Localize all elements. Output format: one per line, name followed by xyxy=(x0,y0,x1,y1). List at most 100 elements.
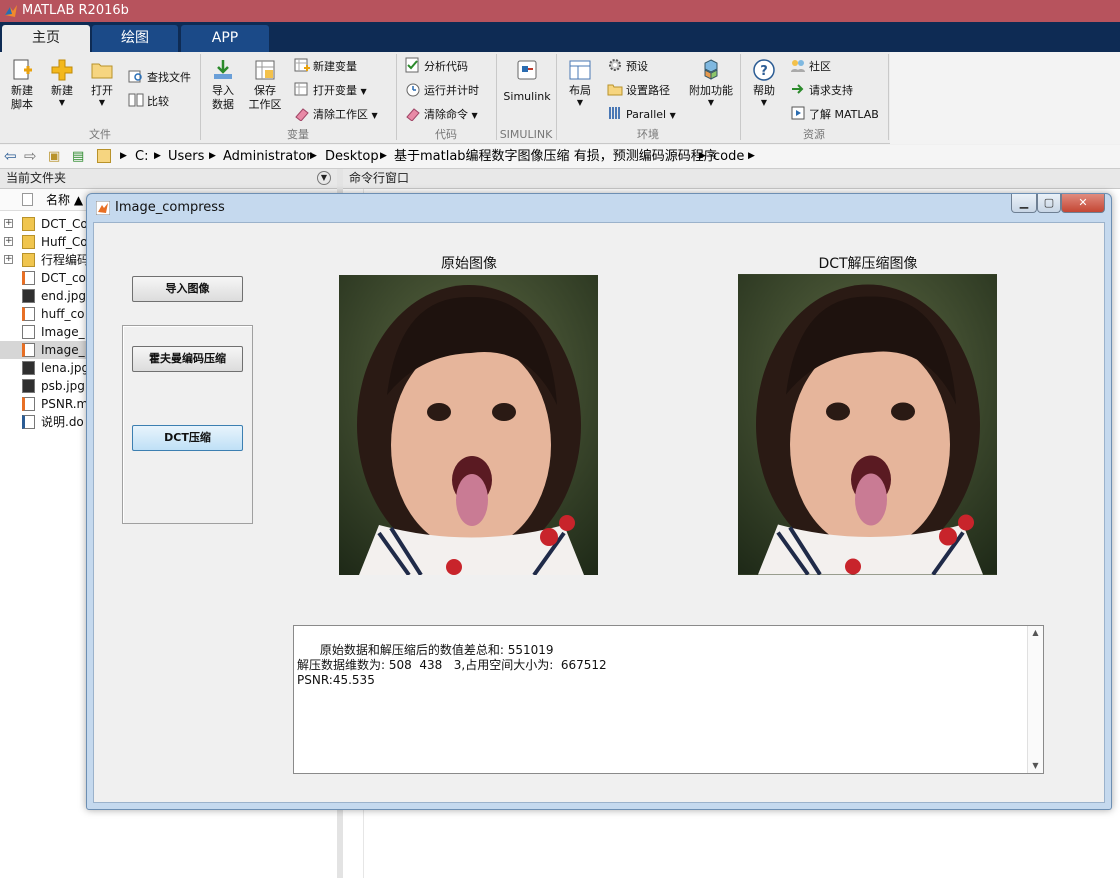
open-variable-button[interactable]: 打开变量 ▼ xyxy=(294,81,367,101)
scroll-down-icon[interactable]: ▼ xyxy=(1028,759,1043,773)
help-button[interactable]: ? 帮助 ▼ xyxy=(746,58,782,108)
file-name: PSNR.m xyxy=(41,397,89,411)
import-data-button[interactable]: 导入 数据 xyxy=(204,58,242,112)
import-image-button[interactable]: 导入图像 xyxy=(132,276,243,302)
chevron-down-icon: ▼ xyxy=(760,98,768,107)
compare-button[interactable]: 比较 xyxy=(128,92,169,112)
path-segment[interactable]: C: xyxy=(135,145,148,168)
new-variable-icon xyxy=(294,58,310,72)
clear-commands-button[interactable]: 清除命令 ▼ xyxy=(405,105,478,125)
file-list-item[interactable]: + 行程编码 xyxy=(0,251,100,269)
doc-file-icon xyxy=(22,415,35,429)
save-workspace-button[interactable]: 保存 工作区 xyxy=(246,58,284,112)
clear-workspace-button[interactable]: 清除工作区 ▼ xyxy=(294,105,378,125)
path-separator-icon: ▶ xyxy=(209,151,216,161)
find-files-button[interactable]: 查找文件 xyxy=(128,68,191,88)
path-segment[interactable]: Administrator xyxy=(223,145,312,168)
expand-icon[interactable]: + xyxy=(4,219,13,228)
maximize-button[interactable]: ▢ xyxy=(1037,194,1061,213)
path-separator-icon: ▶ xyxy=(154,151,161,161)
file-list-item[interactable]: + Huff_Co xyxy=(0,233,100,251)
file-name: Huff_Co xyxy=(41,235,88,249)
new-script-icon xyxy=(13,59,32,80)
result-text: 原始数据和解压缩后的数值差总和: 551019 解压数据维数为: 508 438… xyxy=(297,643,607,687)
path-segment[interactable]: 基于matlab编程数字图像压缩 有损，预测编码源码程序 xyxy=(394,145,717,168)
file-name: huff_co xyxy=(41,307,85,321)
file-list-item[interactable]: PSNR.m xyxy=(0,395,100,413)
open-button[interactable]: 打开 ▼ xyxy=(84,58,120,108)
path-separator-icon: ▶ xyxy=(699,151,706,161)
group-label-simulink: SIMULINK xyxy=(499,128,553,141)
path-segment[interactable]: code xyxy=(713,145,744,168)
panel-menu-icon[interactable]: ▼ xyxy=(317,171,331,185)
support-icon xyxy=(792,84,804,94)
new-variable-button[interactable]: 新建变量 xyxy=(294,57,357,77)
jpg-file-icon xyxy=(22,361,35,375)
window-title: Image_compress xyxy=(115,200,225,215)
set-path-button[interactable]: 设置路径 xyxy=(607,81,670,101)
figure-client-area: 导入图像 霍夫曼编码压缩 DCT压缩 原始图像 DCT解压缩图像 原始数据和解压… xyxy=(93,222,1105,803)
import-icon xyxy=(214,60,232,79)
file-list-item[interactable]: 说明.do xyxy=(0,413,100,431)
decompressed-image-title: DCT解压缩图像 xyxy=(818,256,918,272)
file-list-item[interactable]: Image_ xyxy=(0,323,100,341)
addons-button[interactable]: 附加功能 ▼ xyxy=(686,58,736,108)
group-label-file: 文件 xyxy=(89,128,111,141)
scroll-up-icon[interactable]: ▲ xyxy=(1028,626,1043,640)
folder-path-icon xyxy=(607,84,623,96)
file-list-item[interactable]: psb.jpg xyxy=(0,377,100,395)
tab-apps[interactable]: APP xyxy=(181,25,269,52)
path-segment[interactable]: Desktop xyxy=(325,145,379,168)
result-output-box[interactable]: 原始数据和解压缩后的数值差总和: 551019 解压数据维数为: 508 438… xyxy=(293,625,1044,774)
request-support-button[interactable]: 请求支持 xyxy=(790,81,853,101)
file-name: 说明.do xyxy=(41,415,84,429)
expand-icon[interactable]: + xyxy=(4,255,13,264)
analyze-code-button[interactable]: 分析代码 xyxy=(405,57,468,77)
browse-folder-icon[interactable]: ▤ xyxy=(72,145,84,168)
preferences-button[interactable]: 预设 xyxy=(607,57,648,77)
new-script-button[interactable]: 新建 脚本 xyxy=(4,58,40,112)
layout-icon xyxy=(569,60,591,80)
forward-arrow-icon[interactable]: ⇨ xyxy=(24,145,37,168)
chevron-down-icon: ▼ xyxy=(98,98,106,107)
output-scrollbar[interactable]: ▲ ▼ xyxy=(1027,626,1043,773)
file-list-item[interactable]: DCT_co xyxy=(0,269,100,287)
current-folder-header: 当前文件夹 ▼ xyxy=(0,169,337,189)
path-separator-icon: ▶ xyxy=(748,151,755,161)
file-list-item[interactable]: Image_ xyxy=(0,341,100,359)
file-name: 行程编码 xyxy=(41,253,90,267)
path-separator-icon: ▶ xyxy=(310,151,317,161)
huffman-compress-button[interactable]: 霍夫曼编码压缩 xyxy=(132,346,243,372)
folder-file-icon xyxy=(22,235,35,249)
open-variable-icon xyxy=(294,82,308,96)
run-and-time-button[interactable]: 运行并计时 xyxy=(405,81,479,101)
minimize-button[interactable]: ▁ xyxy=(1011,194,1037,213)
tab-plots[interactable]: 绘图 xyxy=(92,25,178,52)
chevron-down-icon: ▼ xyxy=(371,111,378,120)
learn-matlab-button[interactable]: 了解 MATLAB xyxy=(790,105,879,125)
back-arrow-icon[interactable]: ⇦ xyxy=(4,145,17,168)
up-folder-icon[interactable]: ▣ xyxy=(48,145,60,168)
expand-icon[interactable]: + xyxy=(4,237,13,246)
file-list-item[interactable]: lena.jpg xyxy=(0,359,100,377)
app-title: MATLAB R2016b xyxy=(22,3,129,18)
group-label-resources: 资源 xyxy=(803,128,825,141)
file-list-item[interactable]: end.jpg xyxy=(0,287,100,305)
find-files-icon xyxy=(128,70,142,83)
gear-icon xyxy=(609,59,621,71)
m-file-icon xyxy=(22,343,35,357)
address-bar: ⇦ ⇨ ▣ ▤ ▶ C: ▶ Users ▶ Administrator ▶ D… xyxy=(0,145,1120,169)
file-list-item[interactable]: huff_co xyxy=(0,305,100,323)
simulink-button[interactable]: Simulink xyxy=(500,58,554,104)
new-button[interactable]: 新建 ▼ xyxy=(44,58,80,108)
matlab-logo-icon xyxy=(5,5,17,17)
path-segment[interactable]: Users xyxy=(168,145,204,168)
close-button[interactable]: ✕ xyxy=(1061,194,1105,213)
parallel-button[interactable]: Parallel ▼ xyxy=(607,105,676,125)
dct-compress-button[interactable]: DCT压缩 xyxy=(132,425,243,451)
community-button[interactable]: 社区 xyxy=(790,57,831,77)
layout-button[interactable]: 布局 ▼ xyxy=(562,58,598,108)
file-list-item[interactable]: + DCT_Co xyxy=(0,215,100,233)
compare-icon xyxy=(128,93,144,107)
tab-home[interactable]: 主页 xyxy=(2,25,90,52)
